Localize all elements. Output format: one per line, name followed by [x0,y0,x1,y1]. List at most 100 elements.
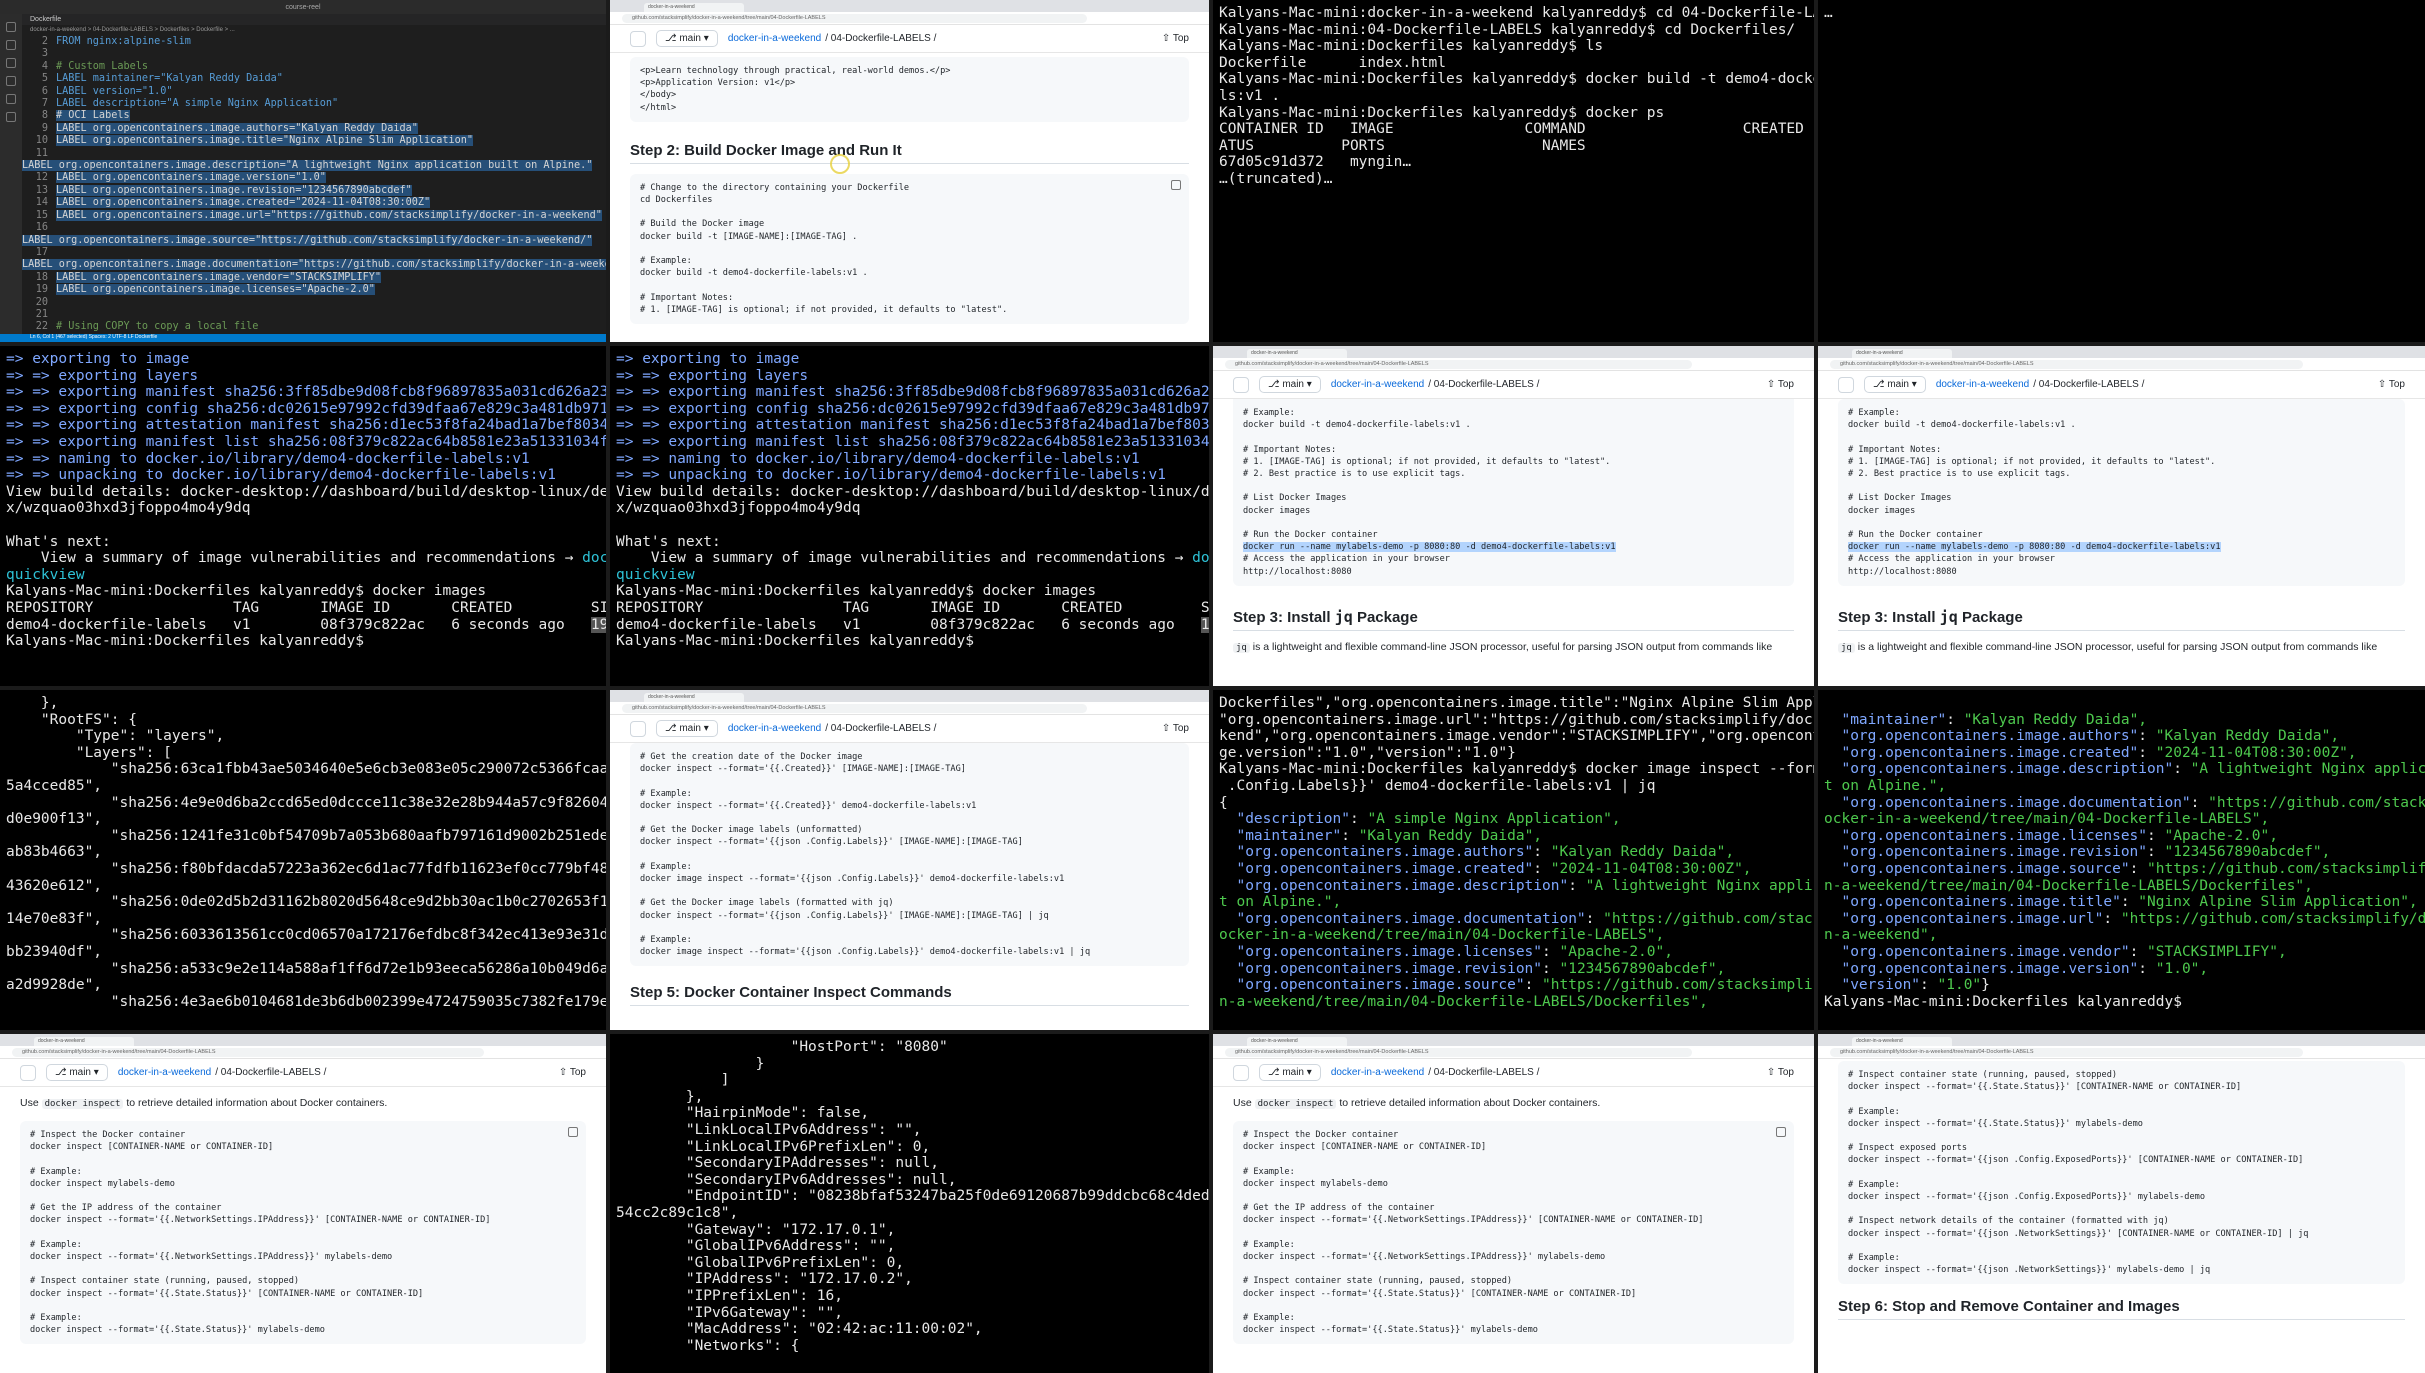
line-number: 16 [35,222,48,234]
build-steps: => exporting to image 0.1s => => exporti… [6,351,606,484]
code-line[interactable]: 10 LABEL org.opencontainers.image.title="… [22,135,606,147]
branch-name: main [1282,379,1304,390]
branch-selector[interactable]: ⎇ main ▾ [1864,376,1926,393]
code-line[interactable]: 21 [22,309,606,321]
browser-window-step3b: docker-in-a-weekend github.com/stacksimp… [1818,346,2425,686]
repo-link[interactable]: docker-in-a-weekend [118,1067,211,1078]
terminal-build-output-2[interactable]: => exporting to image 0.1s => => exporti… [610,346,1209,686]
docker-icon[interactable] [6,112,16,122]
terminal-window-1[interactable]: Kalyans-Mac-mini:docker-in-a-weekend kal… [1213,0,1814,342]
browser-tab[interactable]: docker-in-a-weekend [1852,1037,1952,1046]
sidebar-toggle-icon[interactable] [630,30,646,47]
line-number: 9 [41,122,48,134]
search-icon[interactable] [6,40,16,50]
top-button[interactable]: ⇧ Top [1162,33,1189,44]
line-text: # Custom Labels [56,60,149,72]
browser-tab[interactable]: docker-in-a-weekend [34,1037,134,1046]
browser-tab[interactable]: docker-in-a-weekend [1852,349,1952,358]
repo-link[interactable]: docker-in-a-weekend [1331,379,1424,390]
build-details: View build details: docker-desktop://das… [6,483,606,567]
copy-icon[interactable] [568,1127,578,1137]
terminal-build-output-1[interactable]: => exporting to image 0.1s => => exporti… [0,346,606,686]
browser-tab-strip: docker-in-a-weekend [1213,1034,1814,1046]
terminal-jq-labels-1[interactable]: Dockerfiles","org.opencontainers.image.t… [1213,690,1814,1030]
line-text: LABEL org.opencontainers.image.created="… [56,197,431,209]
url-field[interactable]: github.com/stacksimplify/docker-in-a-wee… [1830,360,2303,369]
url-field[interactable]: github.com/stacksimplify/docker-in-a-wee… [1830,1048,2303,1057]
extensions-icon[interactable] [6,94,16,104]
code-line[interactable]: 19 LABEL org.opencontainers.image.license… [22,284,606,296]
sidebar-toggle-icon[interactable] [1233,1064,1249,1081]
branch-selector[interactable]: ⎇ main ▾ [1259,376,1321,393]
code-line[interactable]: 8 # OCI Labels [22,110,606,122]
inspect-description: Use docker inspect to retrieve detailed … [20,1097,586,1109]
code-line[interactable]: 5 LABEL maintainer="Kalyan Reddy Daida" [22,73,606,85]
top-button[interactable]: ⇧ Top [1767,1067,1794,1078]
copy-icon[interactable] [1776,1127,1786,1137]
browser-tab[interactable]: docker-in-a-weekend [1247,349,1347,358]
sidebar-toggle-icon[interactable] [1838,376,1854,393]
code-line[interactable]: 6 LABEL version="1.0" [22,86,606,98]
terminal-network-settings[interactable]: "HostPort": "8080" } ] }, "HairpinMode":… [610,1034,1209,1373]
browser-tab[interactable]: docker-in-a-weekend [644,693,744,702]
url-field[interactable]: github.com/stacksimplify/docker-in-a-wee… [1225,1048,1692,1057]
top-button[interactable]: ⇧ Top [559,1067,586,1078]
branch-selector[interactable]: ⎇ main ▾ [656,720,718,737]
url-field[interactable]: github.com/stacksimplify/docker-in-a-wee… [622,704,1087,713]
url-field[interactable]: github.com/stacksimplify/docker-in-a-wee… [1225,360,1692,369]
branch-selector[interactable]: ⎇ main ▾ [1259,1064,1321,1081]
code-line[interactable]: 12 LABEL org.opencontainers.image.version… [22,172,606,184]
line-number: 15 [35,209,48,221]
browser-tab[interactable]: docker-in-a-weekend [1247,1037,1347,1046]
sidebar-toggle-icon[interactable] [1233,376,1249,393]
code-line[interactable]: 18 LABEL org.opencontainers.image.vendor=… [22,271,606,284]
branch-name: main [69,1067,91,1078]
url-field[interactable]: github.com/stacksimplify/docker-in-a-wee… [622,14,1087,23]
json-entry: "org.opencontainers.image.documentation"… [1219,911,1814,944]
tab-dockerfile[interactable]: Dockerfile [30,16,61,23]
code-area[interactable]: 2 FROM nginx:alpine-slim 3 4 # Custom Labels… [22,36,606,342]
code-line[interactable]: 3 [22,48,606,60]
code-line[interactable]: 4 # Custom Labels [22,61,606,73]
repo-link[interactable]: docker-in-a-weekend [728,723,821,734]
code-line[interactable]: 9 LABEL org.opencontainers.image.authors=… [22,122,606,135]
code-line[interactable]: 13 LABEL org.opencontainers.image.revisio… [22,184,606,197]
copy-icon[interactable] [1171,179,1181,190]
repo-link[interactable]: docker-in-a-weekend [1936,379,2029,390]
branch-selector[interactable]: ⎇ main ▾ [656,30,718,47]
code-line[interactable]: 20 [22,297,606,309]
top-button[interactable]: ⇧ Top [1767,379,1794,390]
terminal-window-2[interactable]: … [1818,0,2425,342]
sidebar-toggle-icon[interactable] [20,1064,36,1081]
code-line[interactable]: 22 # Using COPY to copy a local file [22,321,606,333]
sidebar-toggle-icon[interactable] [630,720,646,737]
top-button[interactable]: ⇧ Top [2378,379,2405,390]
json-entry: "org.opencontainers.image.description": … [1219,878,1814,911]
repo-link[interactable]: docker-in-a-weekend [1331,1067,1424,1078]
code-line[interactable]: 7 LABEL description="A simple Nginx Appli… [22,98,606,110]
browser-tab-strip: docker-in-a-weekend [0,1034,606,1046]
repo-link[interactable]: docker-in-a-weekend [728,33,821,44]
url-field[interactable]: github.com/stacksimplify/docker-in-a-wee… [12,1048,484,1057]
json-value: "1.0" [1937,977,1982,994]
top-button[interactable]: ⇧ Top [1162,723,1189,734]
terminal-jq-labels-2[interactable]: "maintainer": "Kalyan Reddy Daida", "org… [1818,690,2425,1030]
readme-body: # Example: docker build -t demo4-dockerf… [1233,399,1794,653]
browser-tab[interactable]: docker-in-a-weekend [644,3,744,12]
code-line[interactable]: 15 LABEL org.opencontainers.image.url="ht… [22,209,606,222]
jq-output: "description": "A simple Nginx Applicati… [1219,811,1814,1010]
line-text: # OCI Labels [56,110,130,122]
line-text: LABEL org.opencontainers.image.url="http… [56,209,602,221]
github-sticky-header: ⎇ main ▾ docker-in-a-weekend / 04-Docker… [610,25,1209,53]
source-control-icon[interactable] [6,58,16,68]
code-line[interactable]: 2 FROM nginx:alpine-slim [22,36,606,48]
code-line[interactable]: 16LABEL org.opencontainers.image.source=… [22,222,606,247]
explorer-icon[interactable] [6,22,16,32]
code-line[interactable]: 17LABEL org.opencontainers.image.documen… [22,247,606,272]
html-code-block: <p>Learn technology through practical, r… [630,57,1189,122]
run-debug-icon[interactable] [6,76,16,86]
code-line[interactable]: 11LABEL org.opencontainers.image.descrip… [22,148,606,173]
code-line[interactable]: 14 LABEL org.opencontainers.image.created… [22,197,606,209]
branch-selector[interactable]: ⎇ main ▾ [46,1064,108,1081]
terminal-rootfs[interactable]: }, "RootFS": { "Type": "layers", "Layers… [0,690,606,1030]
